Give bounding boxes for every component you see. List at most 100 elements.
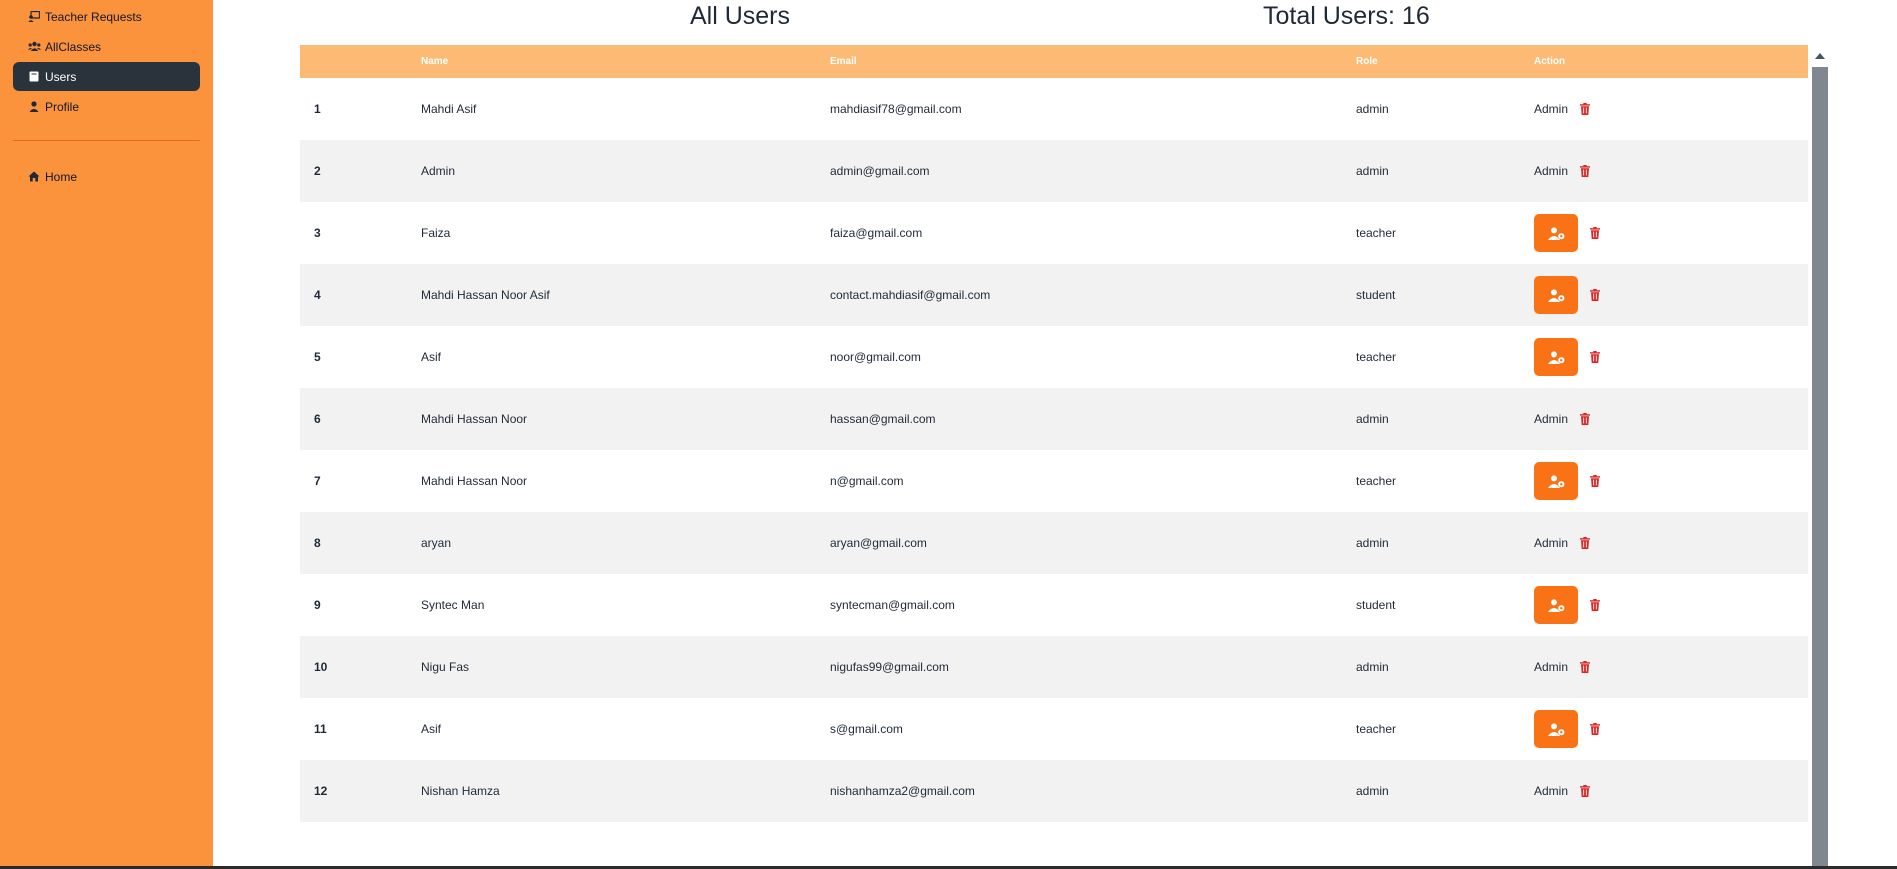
user-actions — [1534, 574, 1808, 636]
row-index: 10 — [314, 660, 328, 674]
delete-user-icon[interactable] — [1580, 661, 1591, 673]
sidebar-item-label: Home — [45, 169, 78, 184]
delete-user-icon[interactable] — [1580, 165, 1591, 177]
table-row: 1 Mahdi Asif mahdiasif78@gmail.com admin Adm… — [300, 78, 1808, 140]
delete-user-icon[interactable] — [1590, 475, 1600, 487]
user-actions — [1534, 264, 1808, 326]
column-header-role: Role — [1356, 56, 1378, 67]
sidebar-item-label: Users — [45, 69, 77, 84]
scrollbar-thumb[interactable] — [1812, 67, 1828, 869]
user-actions: Admin — [1534, 760, 1808, 822]
user-name: Asif — [421, 350, 442, 364]
action-group: Admin — [1534, 412, 1808, 426]
table-row: 5 Asif noor@gmail.com teacher — [300, 326, 1808, 388]
users-group-icon — [27, 40, 41, 54]
row-index: 5 — [314, 350, 321, 364]
delete-user-icon[interactable] — [1590, 723, 1600, 735]
make-admin-button[interactable] — [1534, 710, 1578, 748]
make-admin-button[interactable] — [1534, 586, 1578, 624]
user-role: student — [1356, 598, 1396, 612]
delete-user-icon[interactable] — [1580, 537, 1591, 549]
user-role: student — [1356, 288, 1396, 302]
user-name: Mahdi Hassan Noor — [421, 412, 528, 426]
user-role: admin — [1356, 164, 1389, 178]
action-group: Admin — [1534, 784, 1808, 798]
delete-user-icon[interactable] — [1580, 413, 1591, 425]
column-header-action: Action — [1534, 56, 1566, 67]
delete-user-icon[interactable] — [1590, 289, 1600, 301]
admin-label: Admin — [1534, 102, 1569, 116]
sidebar-item-profile[interactable]: Profile — [13, 92, 200, 121]
sidebar-item-label: AllClasses — [45, 39, 102, 54]
row-index: 11 — [314, 722, 327, 736]
table-row: 10 Nigu Fas nigufas99@gmail.com admin Admin — [300, 636, 1808, 698]
sidebar-item-home[interactable]: Home — [13, 162, 200, 191]
sidebar-item-allclasses[interactable]: AllClasses — [13, 32, 200, 61]
sidebar-item-label: Teacher Requests — [45, 9, 142, 24]
row-index: 6 — [314, 412, 321, 426]
user-name: Admin — [421, 164, 456, 178]
row-index: 3 — [314, 226, 321, 240]
user-email: nishanhamza2@gmail.com — [830, 784, 975, 798]
delete-user-icon[interactable] — [1590, 599, 1600, 611]
user-name: aryan — [421, 536, 452, 550]
teacher-requests-icon — [27, 10, 41, 24]
admin-label: Admin — [1534, 164, 1569, 178]
user-actions: Admin — [1534, 78, 1808, 140]
column-header-email: Email — [830, 56, 857, 67]
user-actions: Admin — [1534, 140, 1808, 202]
user-email: noor@gmail.com — [830, 350, 921, 364]
user-role: admin — [1356, 536, 1389, 550]
make-admin-button[interactable] — [1534, 276, 1578, 314]
user-name: Mahdi Asif — [421, 102, 477, 116]
admin-label: Admin — [1534, 412, 1569, 426]
user-role: teacher — [1356, 722, 1397, 736]
action-group: Admin — [1534, 536, 1808, 550]
user-name: Mahdi Hassan Noor — [421, 474, 528, 488]
make-admin-button[interactable] — [1534, 214, 1578, 252]
user-role: teacher — [1356, 474, 1397, 488]
home-icon — [27, 170, 41, 184]
make-admin-button[interactable] — [1534, 338, 1578, 376]
user-role: teacher — [1356, 226, 1397, 240]
sidebar-item-teacher-requests[interactable]: Teacher Requests — [13, 2, 200, 31]
sidebar-item-label: Profile — [45, 99, 80, 114]
delete-user-icon[interactable] — [1580, 103, 1591, 115]
admin-label: Admin — [1534, 536, 1569, 550]
delete-user-icon[interactable] — [1580, 785, 1591, 797]
user-name: Faiza — [421, 226, 451, 240]
row-index: 9 — [314, 598, 321, 612]
user-role: admin — [1356, 660, 1389, 674]
action-group — [1534, 710, 1808, 748]
table-row: 8 aryan aryan@gmail.com admin Admin — [300, 512, 1808, 574]
scrollbar[interactable] — [1811, 48, 1828, 869]
user-actions — [1534, 326, 1808, 388]
user-cog-icon — [1547, 350, 1565, 364]
user-email: syntecman@gmail.com — [830, 598, 955, 612]
action-group — [1534, 338, 1808, 376]
user-role: teacher — [1356, 350, 1397, 364]
user-actions — [1534, 450, 1808, 512]
admin-label: Admin — [1534, 784, 1569, 798]
table-row: 12 Nishan Hamza nishanhamza2@gmail.com admi… — [300, 760, 1808, 822]
table-header-row: Name Email Role Action — [300, 45, 1808, 78]
table-row: 3 Faiza faiza@gmail.com teacher — [300, 202, 1808, 264]
delete-user-icon[interactable] — [1590, 351, 1600, 363]
user-role: admin — [1356, 412, 1389, 426]
row-index: 7 — [314, 474, 321, 488]
scroll-up-arrow-icon[interactable] — [1815, 53, 1825, 59]
user-actions — [1534, 202, 1808, 264]
sidebar-item-users[interactable]: Users — [13, 62, 200, 91]
user-email: admin@gmail.com — [830, 164, 930, 178]
user-cog-icon — [1547, 288, 1565, 302]
user-cog-icon — [1547, 474, 1565, 488]
user-name: Nishan Hamza — [421, 784, 500, 798]
action-group: Admin — [1534, 164, 1808, 178]
table-row: 2 Admin admin@gmail.com admin Admin — [300, 140, 1808, 202]
user-email: nigufas99@gmail.com — [830, 660, 949, 674]
user-role: admin — [1356, 784, 1389, 798]
user-name: Syntec Man — [421, 598, 485, 612]
make-admin-button[interactable] — [1534, 462, 1578, 500]
delete-user-icon[interactable] — [1590, 227, 1600, 239]
action-group: Admin — [1534, 102, 1808, 116]
